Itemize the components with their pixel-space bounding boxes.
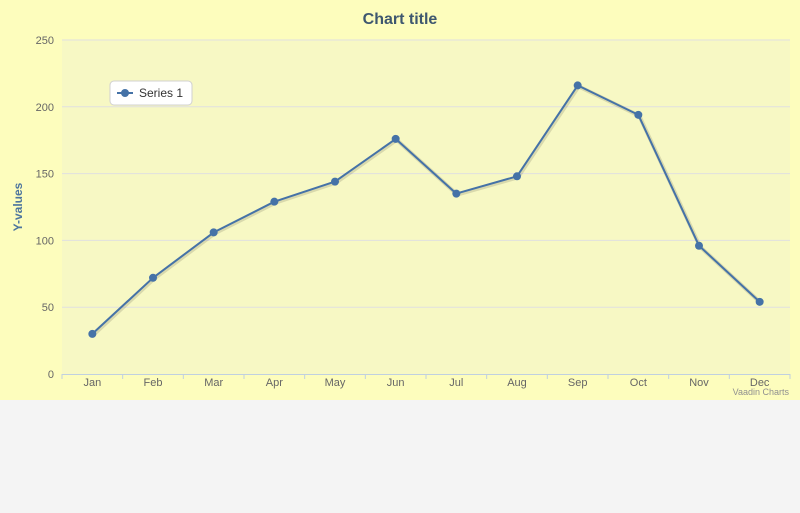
y-tick-label: 200 (36, 102, 54, 114)
y-tick-label: 100 (36, 235, 54, 247)
y-axis-title: Y-values (11, 182, 25, 231)
x-tick-label: Apr (266, 377, 283, 389)
data-point (634, 110, 643, 119)
y-tick-label: 0 (48, 369, 54, 381)
data-point (270, 197, 279, 206)
data-point (391, 134, 400, 143)
data-point (149, 273, 157, 282)
data-point (209, 228, 218, 237)
x-tick-label: Aug (507, 377, 527, 389)
legend[interactable]: Series 1 (109, 80, 193, 106)
credits-label[interactable]: Vaadin Charts (733, 387, 790, 397)
data-point (88, 329, 97, 338)
data-point (331, 177, 339, 186)
x-tick-label: Sep (568, 377, 588, 389)
chart-title: Chart title (363, 11, 438, 28)
data-point (573, 81, 582, 90)
data-point (452, 189, 461, 198)
x-tick-label: Feb (144, 377, 163, 389)
y-tick-label: 250 (36, 35, 54, 47)
x-tick-label: Mar (204, 377, 223, 389)
legend-item-label[interactable]: Series 1 (139, 86, 183, 100)
data-point (695, 241, 703, 250)
x-tick-label: Jan (83, 377, 101, 389)
x-tick-label: Jul (449, 377, 463, 389)
data-point (513, 172, 521, 181)
line-chart: 0 50 100 150 200 250 Jan Feb Mar Apr May Jun Jul Aug S… (11, 11, 791, 397)
legend-marker (121, 89, 129, 97)
x-tick-label: May (325, 377, 346, 389)
y-tick-label: 50 (42, 302, 54, 314)
x-tick-label: Jun (387, 377, 405, 389)
x-tick-label: Nov (689, 377, 709, 389)
x-tick-label: Oct (630, 377, 647, 389)
data-point (755, 297, 764, 306)
chart-container: 0 50 100 150 200 250 Jan Feb Mar Apr May Jun Jul Aug S… (0, 0, 800, 400)
y-tick-label: 150 (36, 169, 54, 181)
